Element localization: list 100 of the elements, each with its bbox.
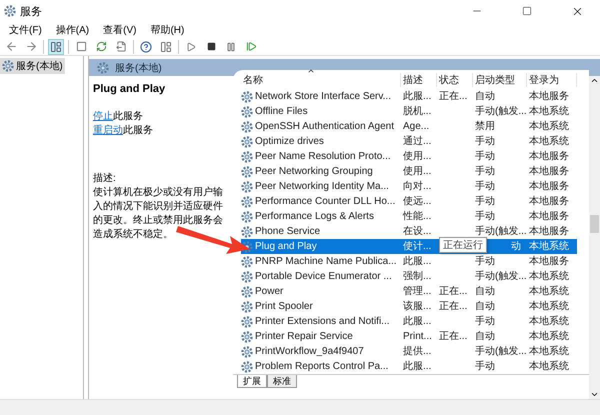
table-cell-text: 手动(触发... xyxy=(474,344,527,359)
service-row[interactable]: Printer Extensions and Notifi... 此服... 手动 本地系统 xyxy=(233,314,589,329)
service-row[interactable]: Network Store Interface Serv... 此服... 正在... 自动 本地服务 xyxy=(233,89,589,104)
panel-layout-icon xyxy=(50,40,62,52)
table-cell-text: 自动 xyxy=(474,330,496,344)
gear-icon xyxy=(241,90,253,102)
menu-item[interactable]: 操作(A) xyxy=(48,22,96,38)
scroll-thumb[interactable] xyxy=(590,215,599,233)
service-name-cell: Performance Logs & Alerts xyxy=(255,211,374,222)
view-tab[interactable]: 扩展 xyxy=(237,375,267,388)
service-row[interactable]: Optimize drives 通过... 手动 本地系统 xyxy=(233,134,589,149)
table-cell-text: 本地系统 xyxy=(528,134,570,149)
service-row[interactable]: Printer Repair Service Print... 正在... 自动 本地系统 xyxy=(233,329,589,344)
service-row[interactable]: PrintWorkflow_9a4f9407 提供... 手动(触发... 本地系统 xyxy=(233,344,589,359)
table-cell-text: 手动(触发... xyxy=(474,224,527,239)
description-label: 描述: xyxy=(93,172,117,186)
table-cell-text: 本地系统 xyxy=(528,344,570,359)
gear-icon xyxy=(241,256,253,268)
action-link[interactable]: 重启动 xyxy=(93,125,123,136)
gear-icon xyxy=(241,180,253,192)
scrollbar[interactable] xyxy=(589,76,600,399)
tree-item[interactable]: 服务(本地) xyxy=(0,58,65,74)
show-pane-icon xyxy=(160,40,172,52)
service-name: Plug and Play xyxy=(93,82,166,96)
service-row[interactable]: Problem Reports Control Pa... 此服... 手动 本地系统 xyxy=(233,359,589,374)
service-row[interactable]: Performance Counter DLL Ho... 使远... 手动 本地服务 xyxy=(233,194,589,209)
table-cell-text: 本地系统 xyxy=(528,270,570,284)
table-cell-text: 该服... xyxy=(402,300,432,314)
view-tab[interactable]: 标准 xyxy=(267,375,297,388)
table-cell-text: 此服... xyxy=(402,90,432,104)
service-name-cell: Plug and Play xyxy=(255,241,317,252)
table-cell-text: 提供... xyxy=(402,345,432,359)
table-cell-text: 使远... xyxy=(402,195,432,209)
sort-caret-icon xyxy=(307,67,315,75)
table-cell-text: 手动 xyxy=(474,314,496,329)
help-icon xyxy=(140,40,152,52)
table-cell-text: 手动 xyxy=(474,180,496,194)
menu-item[interactable]: 帮助(H) xyxy=(143,22,192,38)
menu-item[interactable]: 文件(F) xyxy=(2,22,49,38)
table-cell-text: 在设... xyxy=(402,225,432,239)
table-cell-text: 手动 xyxy=(474,150,496,164)
scroll-down-icon[interactable] xyxy=(590,390,599,399)
action-link[interactable]: 停止 xyxy=(93,111,113,122)
column-header[interactable]: 描述 xyxy=(401,73,437,87)
table-cell-text: 此服... xyxy=(402,360,432,374)
table-cell-text: 正在... xyxy=(438,90,468,104)
service-row[interactable]: Phone Service 在设... 手动(触发... 本地服务 xyxy=(233,224,589,239)
service-name-cell: Printer Repair Service xyxy=(255,331,353,342)
table-cell: 本地系统 xyxy=(527,239,577,254)
service-row[interactable]: Peer Networking Grouping 使用... 手动 本地服务 xyxy=(233,164,589,179)
help-button[interactable] xyxy=(138,38,154,54)
table-cell-text: 本地系统 xyxy=(528,104,570,119)
column-header[interactable]: 启动类型 xyxy=(473,73,527,87)
column-header[interactable]: 登录为 xyxy=(527,73,577,87)
table-cell-text: 本地服务 xyxy=(528,254,570,269)
pause-icon xyxy=(226,42,236,52)
service-row[interactable]: Offline Files 脱机... 手动(触发... 本地系统 xyxy=(233,104,589,119)
gear-icon xyxy=(241,166,253,178)
service-name-cell: Printer Extensions and Notifi... xyxy=(255,316,390,327)
table-cell-text: 本地系统 xyxy=(528,284,570,299)
service-name-cell: Peer Networking Grouping xyxy=(255,166,373,177)
table-cell-text: 通过... xyxy=(402,134,432,149)
gear-icon xyxy=(241,136,253,148)
service-name-cell: Portable Device Enumerator ... xyxy=(255,271,392,282)
table-cell: 使计... xyxy=(401,239,437,254)
menu-item[interactable]: 查看(V) xyxy=(96,22,144,38)
service-name-cell: PNRP Machine Name Publica... xyxy=(255,256,397,267)
gear-icon xyxy=(241,360,253,372)
table-cell-text: 本地服务 xyxy=(528,194,570,209)
service-row[interactable]: OpenSSH Authentication Agent Age... 禁用 本地系统 xyxy=(233,119,589,134)
table-cell-text: 性能... xyxy=(402,210,432,224)
table-cell-text: 本地系统 xyxy=(528,314,570,329)
service-row[interactable]: Print Spooler 该服... 正在... 自动 本地系统 xyxy=(233,299,589,314)
gear-icon xyxy=(241,346,253,358)
table-cell-text: 正在... xyxy=(438,330,468,344)
table-cell-text: 手动 xyxy=(474,254,496,269)
table-cell-text: 手动 xyxy=(474,210,496,224)
table-cell-text: 使用... xyxy=(402,150,432,164)
service-row[interactable]: Peer Name Resolution Proto... 使用... 手动 本地服务 xyxy=(233,149,589,164)
column-header[interactable]: 名称 xyxy=(243,75,263,86)
table-cell-text: Print... xyxy=(402,330,433,344)
service-row[interactable]: Performance Logs & Alerts 性能... 手动 本地服务 xyxy=(233,209,589,224)
gear-icon xyxy=(241,106,253,118)
service-row[interactable]: Power 管理... 正在... 自动 本地系统 xyxy=(233,284,589,299)
window-title: 服务 xyxy=(20,4,43,18)
service-name-cell: Network Store Interface Serv... xyxy=(255,91,391,102)
service-name-cell: PrintWorkflow_9a4f9407 xyxy=(255,346,364,357)
service-row[interactable]: Portable Device Enumerator ... 强制... 手动(触发... 本地系统 xyxy=(233,269,589,284)
table-cell-text: 本地服务 xyxy=(528,224,570,239)
console-tree-button[interactable] xyxy=(48,38,64,54)
scroll-up-icon[interactable] xyxy=(590,76,599,85)
service-row[interactable]: Peer Networking Identity Ma... 向对... 手动 本地服务 xyxy=(233,179,589,194)
column-header[interactable]: 状态 xyxy=(437,73,473,87)
service-row[interactable]: PNRP Machine Name Publica... 此服... 手动 本地服务 xyxy=(233,254,589,269)
table-cell-text: 手动 xyxy=(474,360,496,374)
table-cell-text: 本地服务 xyxy=(528,210,570,224)
table-cell-text: 本地系统 xyxy=(528,120,570,134)
service-name-cell: Offline Files xyxy=(255,106,308,117)
table-cell-text: 手动 xyxy=(474,134,496,149)
table-cell-text: 脱机... xyxy=(402,104,432,119)
